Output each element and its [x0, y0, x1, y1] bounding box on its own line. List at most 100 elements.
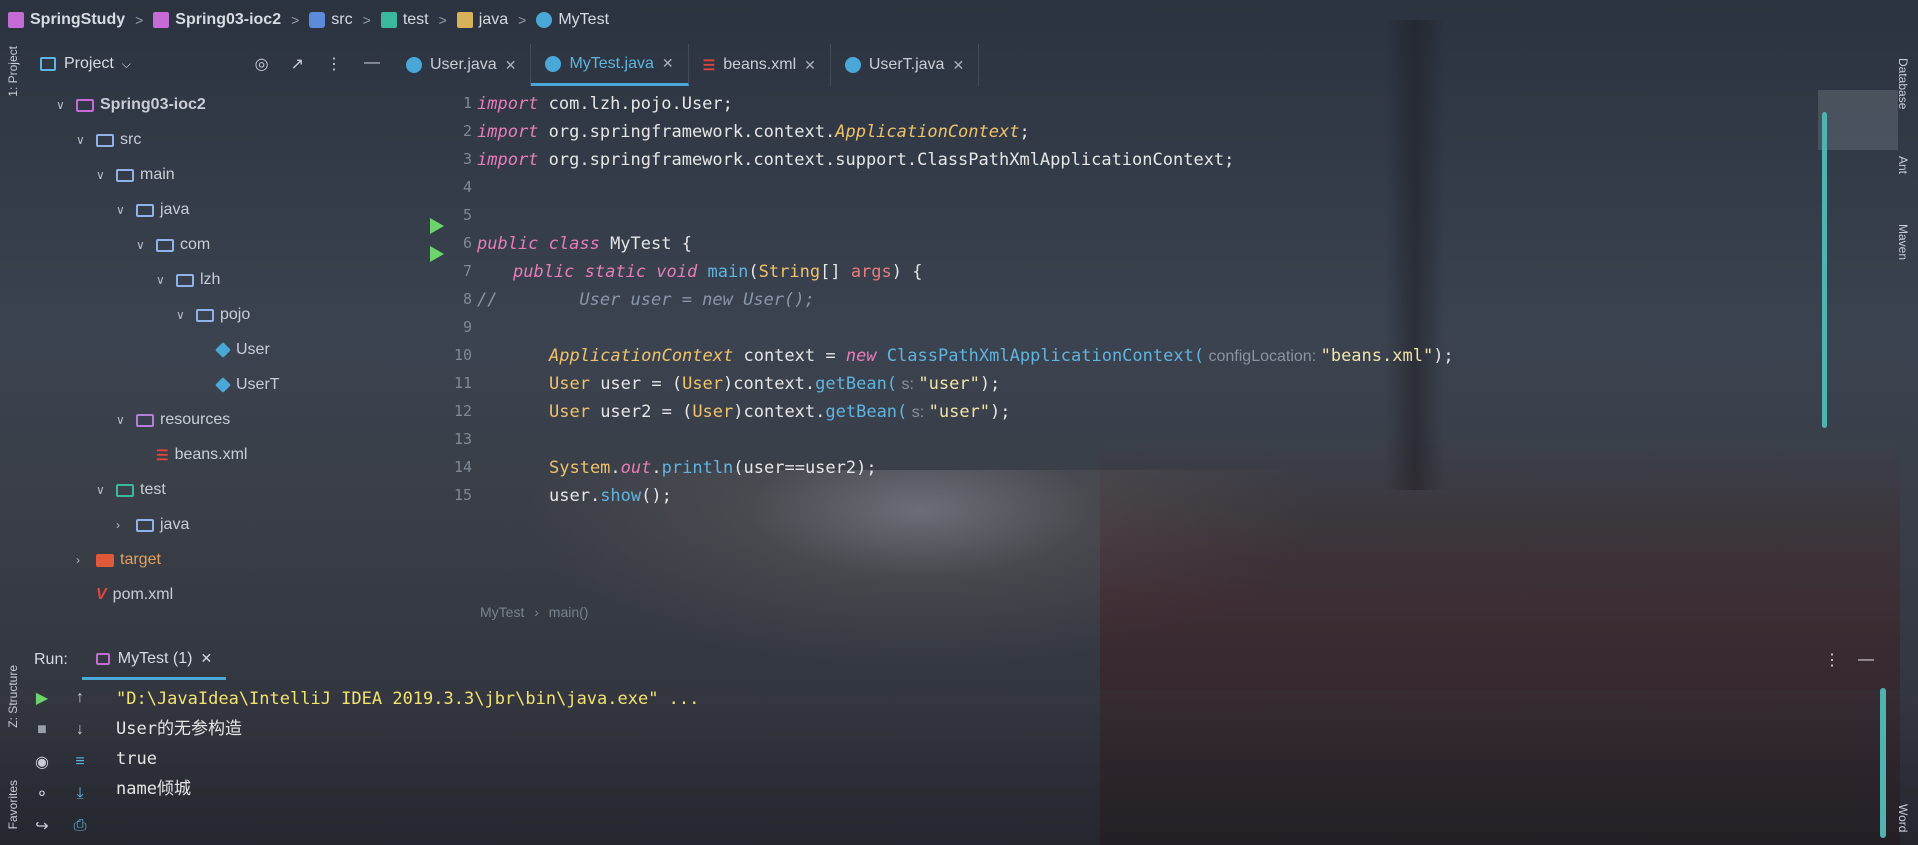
crumb-file[interactable]: MyTest: [536, 11, 609, 29]
project-tool-button[interactable]: 1: Project: [6, 46, 20, 97]
tree-item-label: Spring03-ioc2: [100, 96, 206, 113]
chevron-right-icon: >: [291, 12, 300, 28]
tree-item[interactable]: ∨ main: [96, 160, 175, 190]
close-icon[interactable]: ✕: [200, 650, 212, 667]
module-folder-icon: [76, 98, 94, 112]
database-tool-button[interactable]: Database: [1896, 58, 1910, 109]
project-view-selector[interactable]: Project ⌵: [40, 55, 131, 73]
tree-item[interactable]: ∨ Spring03-ioc2: [56, 90, 206, 120]
close-icon[interactable]: ✕: [662, 55, 674, 72]
run-main-icon[interactable]: [430, 246, 444, 262]
tab-mytest-java[interactable]: MyTest.java ✕: [531, 44, 689, 86]
crumb-module[interactable]: Spring03-ioc2: [153, 11, 281, 29]
chevron-down-icon[interactable]: ∨: [116, 203, 130, 217]
crumb-src[interactable]: src: [309, 11, 353, 29]
favorites-tool-button[interactable]: Favorites: [6, 780, 20, 829]
line-number: 14: [453, 458, 472, 476]
tab-user-java[interactable]: User.java ✕: [392, 44, 532, 86]
chevron-right-icon[interactable]: ›: [116, 518, 130, 532]
tab-usert-java[interactable]: UserT.java ✕: [831, 44, 980, 86]
crumb-project[interactable]: SpringStudy: [8, 11, 125, 29]
pin-icon[interactable]: ⚬: [32, 784, 52, 804]
project-view-icon: [40, 57, 56, 71]
tree-item[interactable]: ☰ beans.xml: [136, 440, 247, 470]
scroll-to-end-icon[interactable]: ⤓: [70, 784, 90, 804]
tree-item[interactable]: User: [196, 335, 270, 365]
chevron-down-icon[interactable]: ∨: [96, 483, 110, 497]
tree-item-label: test: [140, 481, 166, 498]
chevron-down-icon[interactable]: ∨: [116, 413, 130, 427]
editor-scrollbar[interactable]: [1822, 112, 1827, 428]
tree-item-label: User: [236, 341, 270, 358]
tree-item[interactable]: UserT: [196, 370, 280, 400]
collapse-all-icon[interactable]: ↗: [291, 54, 304, 74]
project-tree: ∨ Spring03-ioc2 ∨ src ∨ main ∨ java ∨ com ∨ lzh ∨ poj…: [28, 90, 390, 630]
camera-icon[interactable]: ◉: [32, 752, 52, 772]
tree-item[interactable]: ∨ test: [96, 475, 166, 505]
editor-crumb-class[interactable]: MyTest: [480, 604, 524, 620]
tree-item[interactable]: ∨ lzh: [156, 265, 220, 295]
chevron-down-icon[interactable]: ∨: [76, 133, 90, 147]
tree-item[interactable]: ∨ java: [116, 195, 189, 225]
editor-crumb-method[interactable]: main(): [549, 604, 589, 620]
code-editor[interactable]: 1 2 3 4 5 6 7 8 9 10 11 12 13 14 15 impo…: [392, 90, 1812, 595]
rerun-icon[interactable]: ▶: [32, 688, 52, 708]
navigation-bar: SpringStudy > Spring03-ioc2 > src > test…: [0, 0, 1918, 40]
tree-item[interactable]: ∨ pojo: [176, 300, 250, 330]
locate-icon[interactable]: ◎: [255, 54, 269, 74]
tree-item[interactable]: ∨ resources: [116, 405, 230, 435]
xml-file-icon: ☰: [702, 56, 716, 73]
maven-tool-button[interactable]: Maven: [1896, 224, 1910, 260]
exit-icon[interactable]: ↪: [32, 816, 52, 836]
stop-icon[interactable]: ■: [32, 720, 52, 740]
chevron-down-icon[interactable]: ∨: [96, 168, 110, 182]
folder-icon: [196, 308, 214, 322]
scroll-up-icon[interactable]: ↑: [70, 688, 90, 708]
close-icon[interactable]: ✕: [804, 57, 816, 74]
tree-item[interactable]: › target: [76, 545, 161, 575]
crumb-test[interactable]: test: [380, 11, 429, 29]
run-class-icon[interactable]: [430, 218, 444, 234]
options-icon[interactable]: ⋮: [326, 54, 342, 74]
tree-item[interactable]: ∨ src: [76, 125, 141, 155]
crumb-java[interactable]: java: [456, 11, 508, 29]
tree-item-label: beans.xml: [174, 446, 248, 463]
hide-panel-icon[interactable]: —: [1858, 651, 1874, 669]
class-icon: [844, 57, 861, 73]
tree-item-label: main: [140, 166, 175, 183]
chevron-down-icon[interactable]: ∨: [56, 98, 70, 112]
structure-tool-button[interactable]: Z: Structure: [6, 665, 20, 728]
options-icon[interactable]: ⋮: [1824, 650, 1840, 670]
tree-item[interactable]: Vpom.xml: [76, 580, 173, 610]
word-tool-button[interactable]: Word: [1896, 804, 1910, 832]
line-number: 4: [462, 178, 472, 196]
tree-item-label: target: [120, 551, 161, 568]
tab-beans-xml[interactable]: ☰ beans.xml ✕: [689, 44, 831, 86]
tree-item[interactable]: ∨ com: [136, 230, 210, 260]
scroll-down-icon[interactable]: ↓: [70, 720, 90, 740]
close-icon[interactable]: ✕: [505, 57, 517, 74]
line-number: 8: [462, 290, 472, 308]
line-number: 12: [453, 402, 472, 420]
chevron-down-icon[interactable]: ∨: [156, 273, 170, 287]
ant-tool-button[interactable]: Ant: [1896, 156, 1910, 174]
resources-folder-icon: [136, 413, 154, 427]
chevron-down-icon[interactable]: ∨: [136, 238, 150, 252]
chevron-down-icon[interactable]: ∨: [176, 308, 190, 322]
console-scrollbar[interactable]: [1880, 688, 1886, 838]
soft-wrap-icon[interactable]: ≡: [70, 752, 90, 772]
chevron-right-icon[interactable]: ›: [76, 553, 90, 567]
close-icon[interactable]: ✕: [952, 57, 964, 74]
run-config-icon: [95, 652, 110, 665]
target-folder-icon: [96, 553, 114, 567]
tree-item[interactable]: › java: [116, 510, 189, 540]
run-toolbar: ▶ ↑ ■ ↓ ◉ ≡ ⚬ ⤓ ↪ ⎙: [28, 684, 88, 844]
line-number: 2: [462, 122, 472, 140]
console-line: name倾城: [116, 779, 191, 799]
hide-panel-icon[interactable]: —: [364, 54, 380, 74]
code-minimap[interactable]: [1818, 90, 1898, 150]
code-line: System.out.println(user==user2);: [549, 458, 877, 478]
print-icon[interactable]: ⎙: [70, 816, 90, 836]
run-tab-mytest[interactable]: MyTest (1) ✕: [81, 640, 227, 680]
code-line: // User user = new User();: [477, 290, 815, 310]
